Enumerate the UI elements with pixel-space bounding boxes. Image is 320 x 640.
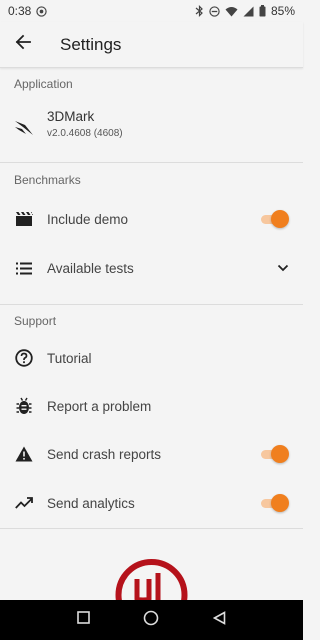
signal-icon (243, 6, 254, 17)
section-header-benchmarks: Benchmarks (14, 173, 81, 187)
send-analytics-label: Send analytics (47, 495, 135, 511)
back-button[interactable] (0, 22, 46, 68)
list-icon (14, 258, 34, 278)
square-icon (77, 611, 90, 628)
arrow-back-icon (15, 34, 31, 55)
ul-logo-icon (0, 559, 303, 600)
back-nav-button[interactable] (212, 610, 226, 630)
3dmark-logo-icon (14, 117, 34, 137)
warning-icon (14, 444, 34, 464)
section-header-support: Support (14, 314, 57, 328)
section-header-application: Application (14, 77, 73, 91)
toggle-thumb (271, 494, 289, 512)
notification-icon (36, 5, 48, 17)
divider (0, 304, 303, 305)
send-crash-reports-label: Send crash reports (47, 446, 162, 462)
toggle-thumb (271, 445, 289, 463)
do-not-disturb-icon (209, 5, 220, 17)
divider (0, 162, 303, 163)
include-demo-label: Include demo (47, 211, 129, 227)
available-tests-row[interactable]: Available tests (0, 244, 303, 292)
help-circle-icon (14, 348, 34, 368)
status-bar: 0:38 85% (0, 0, 303, 22)
wifi-icon (225, 6, 238, 17)
send-crash-reports-toggle[interactable] (259, 445, 289, 463)
include-demo-row[interactable]: Include demo (0, 195, 303, 243)
bug-icon (14, 396, 34, 416)
recents-button[interactable] (77, 611, 90, 629)
expand-button[interactable] (277, 259, 289, 277)
report-problem-row[interactable]: Report a problem (0, 382, 303, 430)
available-tests-label: Available tests (47, 260, 134, 276)
include-demo-toggle[interactable] (259, 210, 289, 228)
status-time: 0:38 (8, 4, 32, 18)
send-crash-reports-row[interactable]: Send crash reports (0, 430, 303, 478)
report-problem-label: Report a problem (47, 398, 152, 414)
logo-area (0, 529, 303, 600)
tutorial-label: Tutorial (47, 350, 92, 366)
chevron-down-icon (277, 259, 289, 277)
app-info-row[interactable]: 3DMark v2.0.4608 (4608) (0, 104, 303, 150)
app-name: 3DMark (47, 109, 95, 124)
send-analytics-toggle[interactable] (259, 494, 289, 512)
page-title: Settings (60, 34, 122, 54)
send-analytics-row[interactable]: Send analytics (0, 479, 303, 527)
bluetooth-icon (195, 5, 204, 17)
circle-icon (143, 610, 159, 630)
system-nav-bar (0, 600, 303, 640)
movie-clapper-icon (14, 209, 34, 229)
trending-up-icon (14, 493, 34, 513)
battery-icon (259, 5, 266, 17)
battery-percent: 85% (270, 4, 295, 18)
triangle-back-icon (212, 610, 226, 629)
tutorial-row[interactable]: Tutorial (0, 334, 303, 382)
app-bar: Settings (0, 22, 303, 68)
app-version: v2.0.4608 (4608) (47, 128, 123, 139)
toggle-thumb (271, 210, 289, 228)
home-button[interactable] (143, 610, 159, 631)
